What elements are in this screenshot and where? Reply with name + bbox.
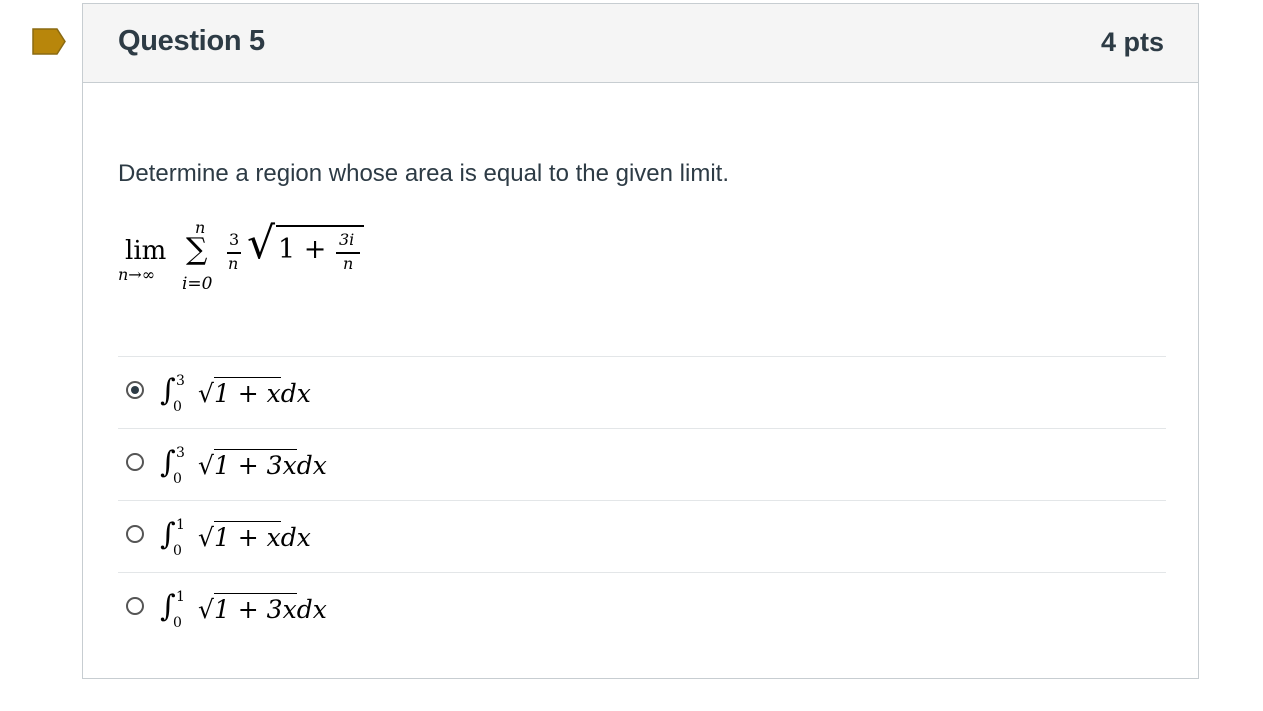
frac-denominator: n	[228, 254, 239, 273]
answer-expression: √1 + xdx	[198, 377, 311, 408]
integral-upper: 3	[176, 445, 185, 461]
radical-icon: √	[247, 218, 276, 269]
integral-lower: 0	[173, 471, 182, 487]
radicand: 1 + x	[213, 521, 281, 552]
radical-overline	[276, 225, 364, 227]
integral-upper: 1	[176, 589, 185, 605]
integral-lower: 0	[173, 543, 182, 559]
question-card: Question 5 4 pts Determine a region whos…	[82, 3, 1199, 679]
answer-2-formula: ∫ 3 0 √1 + 3xdx	[160, 441, 460, 489]
radio-button-selected[interactable]	[126, 381, 144, 399]
radical-icon: √	[198, 595, 214, 624]
radio-button[interactable]	[126, 453, 144, 471]
radicand: 1 + 3x	[213, 449, 297, 480]
radicand: 1 + x	[213, 377, 281, 408]
differential: dx	[296, 595, 327, 624]
inner-denominator: n	[343, 254, 354, 273]
answer-option-1[interactable]: ∫ 3 0 √1 + xdx	[118, 356, 1166, 428]
answer-option-3[interactable]: ∫ 1 0 √1 + xdx	[118, 500, 1166, 572]
limit-lim: lim	[125, 236, 167, 266]
differential: dx	[280, 523, 311, 552]
answer-list: ∫ 3 0 √1 + xdx ∫ 3 0 √1 + 3xdx ∫ 1 0 √1 …	[118, 356, 1166, 644]
radio-button[interactable]	[126, 525, 144, 543]
integral-upper: 3	[176, 373, 185, 389]
radical-icon: √	[198, 379, 214, 408]
answer-1-formula: ∫ 3 0 √1 + xdx	[160, 369, 460, 417]
answer-expression: √1 + 3xdx	[198, 593, 327, 624]
frac-numerator: 3	[229, 230, 240, 249]
answer-expression: √1 + 3xdx	[198, 449, 327, 480]
inner-numerator: 3i	[339, 230, 355, 249]
radicand: 1 + 3x	[213, 593, 297, 624]
limit-subscript: n→∞	[118, 265, 156, 284]
answer-expression: √1 + xdx	[198, 521, 311, 552]
answer-4-formula: ∫ 1 0 √1 + 3xdx	[160, 585, 460, 633]
answer-option-2[interactable]: ∫ 3 0 √1 + 3xdx	[118, 428, 1166, 500]
limit-formula: lim n→∞ n ∑ i=0 3 n √ 1 + 3i n	[118, 212, 378, 302]
inner-expression: 1 +	[278, 234, 327, 265]
differential: dx	[280, 379, 311, 408]
differential: dx	[296, 451, 327, 480]
flag-icon[interactable]	[32, 28, 66, 55]
question-title: Question 5	[118, 25, 265, 57]
integral-lower: 0	[173, 399, 182, 415]
radical-icon: √	[198, 523, 214, 552]
integral-upper: 1	[176, 517, 185, 533]
question-header: Question 5 4 pts	[83, 4, 1198, 83]
sigma-bottom: i=0	[182, 274, 213, 294]
answer-3-formula: ∫ 1 0 √1 + xdx	[160, 513, 460, 561]
radio-button[interactable]	[126, 597, 144, 615]
integral-lower: 0	[173, 615, 182, 631]
answer-option-4[interactable]: ∫ 1 0 √1 + 3xdx	[118, 572, 1166, 644]
radical-icon: √	[198, 451, 214, 480]
sigma-icon: ∑	[186, 232, 208, 267]
question-points: 4 pts	[1100, 27, 1164, 57]
question-prompt: Determine a region whose area is equal t…	[118, 160, 729, 187]
